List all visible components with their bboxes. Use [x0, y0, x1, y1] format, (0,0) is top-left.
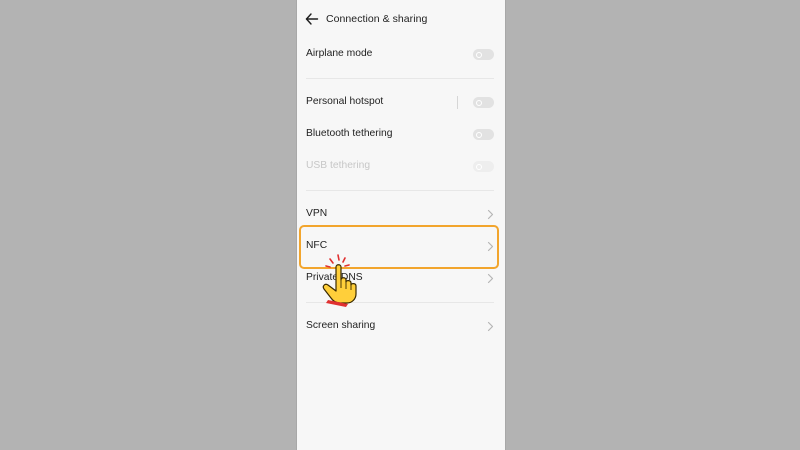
airplane-mode-toggle[interactable] [473, 49, 494, 60]
personal-hotspot-toggle[interactable] [473, 97, 494, 108]
bluetooth-tethering-label: Bluetooth tethering [306, 128, 393, 139]
header-bar: Connection & sharing [297, 0, 505, 40]
private-dns-row[interactable]: Private DNS [297, 263, 505, 295]
settings-screen: Connection & sharing Airplane mode Perso… [296, 0, 506, 450]
personal-hotspot-label: Personal hotspot [306, 96, 384, 107]
chevron-right-icon [487, 209, 494, 220]
bluetooth-tethering-toggle[interactable] [473, 129, 494, 140]
screen-sharing-label: Screen sharing [306, 320, 376, 331]
section-divider [306, 78, 494, 79]
personal-hotspot-row[interactable]: Personal hotspot [297, 87, 505, 119]
section-divider [306, 302, 494, 303]
page-title: Connection & sharing [326, 13, 428, 25]
toggle-knob [476, 163, 482, 170]
screen-sharing-row[interactable]: Screen sharing [297, 311, 505, 343]
vpn-row[interactable]: VPN [297, 199, 505, 231]
chevron-right-icon [487, 321, 494, 332]
row-separator [457, 96, 458, 109]
toggle-knob [476, 51, 482, 58]
nfc-row[interactable]: NFC [297, 231, 505, 263]
bluetooth-tethering-row[interactable]: Bluetooth tethering [297, 119, 505, 151]
vpn-label: VPN [306, 208, 328, 219]
toggle-knob [476, 131, 482, 138]
usb-tethering-row: USB tethering [297, 151, 505, 183]
private-dns-label: Private DNS [306, 272, 363, 283]
airplane-mode-row[interactable]: Airplane mode [297, 39, 505, 71]
toggle-knob [476, 99, 482, 106]
usb-tethering-label: USB tethering [306, 160, 371, 171]
airplane-mode-label: Airplane mode [306, 48, 373, 59]
nfc-label: NFC [306, 240, 328, 251]
back-arrow-icon[interactable] [305, 12, 319, 26]
section-divider [306, 190, 494, 191]
chevron-right-icon [487, 241, 494, 252]
chevron-right-icon [487, 273, 494, 284]
usb-tethering-toggle [473, 161, 494, 172]
